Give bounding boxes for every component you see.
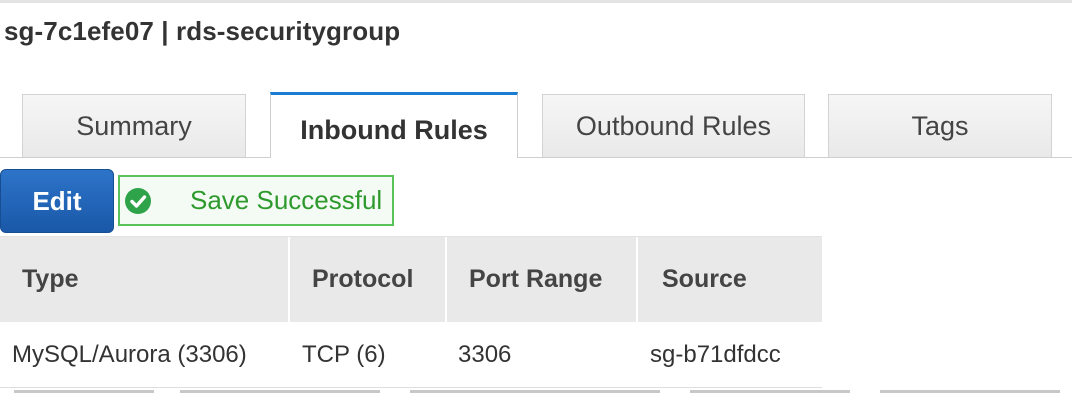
check-circle-icon xyxy=(124,187,152,215)
cell-protocol: TCP (6) xyxy=(302,340,386,368)
table-header-row: Type Protocol Port Range Source xyxy=(0,236,822,323)
tab-outbound-rules[interactable]: Outbound Rules xyxy=(542,94,805,157)
inbound-rules-table: Type Protocol Port Range Source MySQL/Au… xyxy=(0,236,822,388)
column-header-type[interactable]: Type xyxy=(0,237,288,322)
cell-type: MySQL/Aurora (3306) xyxy=(12,340,247,368)
tab-summary[interactable]: Summary xyxy=(22,94,246,157)
edit-button[interactable]: Edit xyxy=(0,169,114,233)
cell-port-range: 3306 xyxy=(458,340,512,368)
column-header-protocol[interactable]: Protocol xyxy=(290,237,445,322)
tab-tags[interactable]: Tags xyxy=(828,94,1052,157)
page-title: sg-7c1efe07 | rds-securitygroup xyxy=(4,16,401,46)
save-status-text: Save Successful xyxy=(190,185,383,215)
tab-inbound-rules[interactable]: Inbound Rules xyxy=(270,92,518,159)
top-divider xyxy=(0,0,1072,3)
tab-baseline xyxy=(0,157,1072,158)
column-header-port-range[interactable]: Port Range xyxy=(447,237,636,322)
overlapping-caption-artifact xyxy=(0,388,1072,400)
cell-source: sg-b71dfdcc xyxy=(650,340,781,368)
save-status-banner: Save Successful xyxy=(118,175,394,226)
column-header-source[interactable]: Source xyxy=(638,237,822,322)
table-row: MySQL/Aurora (3306) TCP (6) 3306 sg-b71d… xyxy=(0,322,822,388)
